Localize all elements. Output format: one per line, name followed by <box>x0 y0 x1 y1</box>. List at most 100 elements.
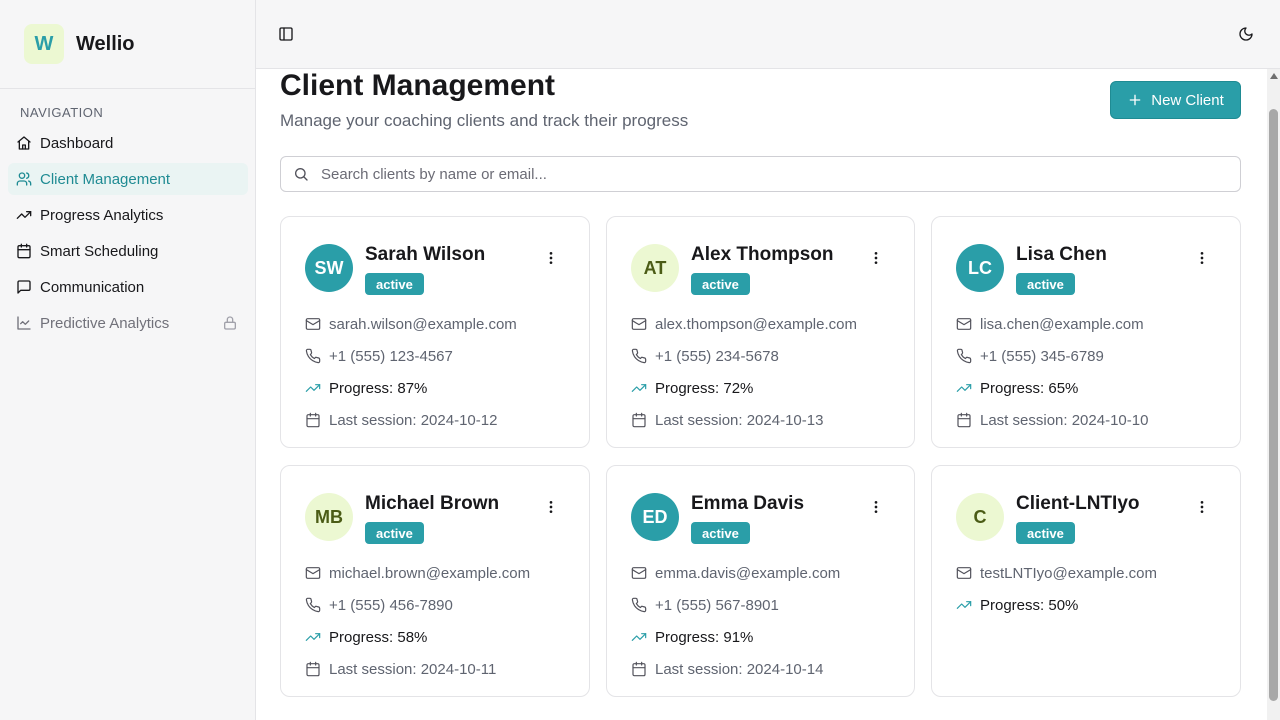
client-info: testLNTIyo@example.com Progress: 50% <box>956 557 1224 621</box>
client-card[interactable]: LC Lisa Chen active lisa.chen@example.co… <box>931 216 1241 448</box>
avatar: LC <box>956 244 1004 292</box>
sidebar-nav: Dashboard Client Management Progress Ana… <box>8 127 248 343</box>
more-options-button[interactable] <box>868 250 884 266</box>
phone-icon <box>956 348 972 364</box>
progress-row: Progress: 91% <box>631 621 898 653</box>
panel-left-icon <box>279 27 293 41</box>
client-email: michael.brown@example.com <box>329 564 531 582</box>
client-last-session: Last session: 2024-10-14 <box>655 660 824 678</box>
more-vertical-icon <box>874 501 878 513</box>
more-options-button[interactable] <box>1194 250 1210 266</box>
main-content: Client Management Manage your coaching c… <box>256 69 1267 720</box>
client-progress: Progress: 72% <box>655 379 754 397</box>
more-options-button[interactable] <box>1194 499 1210 515</box>
scroll-up-arrow-icon[interactable] <box>1269 73 1278 79</box>
client-card[interactable]: C Client-LNTIyo active testLNTIyo@exampl… <box>931 465 1241 697</box>
avatar: C <box>956 493 1004 541</box>
more-options-button[interactable] <box>543 499 559 515</box>
client-info: emma.davis@example.com +1 (555) 567-8901… <box>631 557 898 685</box>
more-options-button[interactable] <box>543 250 559 266</box>
sidebar-item-label: Communication <box>40 278 145 296</box>
sidebar-item-communication[interactable]: Communication <box>8 271 248 303</box>
progress-row: Progress: 65% <box>956 372 1224 404</box>
status-badge: active <box>1016 273 1075 295</box>
progress-row: Progress: 50% <box>956 589 1224 621</box>
status-badge: active <box>691 273 750 295</box>
client-progress: Progress: 58% <box>329 628 428 646</box>
client-card[interactable]: AT Alex Thompson active alex.thompson@ex… <box>606 216 915 448</box>
email-row: alex.thompson@example.com <box>631 308 898 340</box>
more-vertical-icon <box>549 252 553 264</box>
sidebar-item-label: Client Management <box>40 170 171 188</box>
avatar: AT <box>631 244 679 292</box>
status-badge: active <box>365 273 424 295</box>
progress-row: Progress: 87% <box>305 372 573 404</box>
users-icon <box>16 172 32 186</box>
trending-up-icon <box>16 211 32 219</box>
phone-icon <box>305 348 321 364</box>
sidebar-item-predictive-analytics[interactable]: Predictive Analytics <box>8 307 248 339</box>
plus-icon <box>1129 94 1141 106</box>
search-icon <box>295 168 308 181</box>
client-name: Michael Brown <box>365 493 500 514</box>
calendar-icon <box>957 412 971 428</box>
more-vertical-icon <box>1200 252 1204 264</box>
client-name: Alex Thompson <box>691 244 834 265</box>
client-email: testLNTIyo@example.com <box>980 564 1157 582</box>
sidebar-item-progress-analytics[interactable]: Progress Analytics <box>8 199 248 231</box>
phone-row: +1 (555) 345-6789 <box>956 340 1224 372</box>
new-client-button[interactable]: New Client <box>1110 81 1241 119</box>
sidebar-item-smart-scheduling[interactable]: Smart Scheduling <box>8 235 248 267</box>
mail-icon <box>956 567 972 579</box>
avatar: SW <box>305 244 353 292</box>
calendar-icon <box>632 412 646 428</box>
progress-row: Progress: 72% <box>631 372 898 404</box>
email-row: sarah.wilson@example.com <box>305 308 573 340</box>
client-card[interactable]: ED Emma Davis active emma.davis@example.… <box>606 465 915 697</box>
sidebar-item-client-management[interactable]: Client Management <box>8 163 248 195</box>
trending-up-icon <box>631 633 647 641</box>
theme-toggle-button[interactable] <box>1232 20 1260 48</box>
client-card[interactable]: MB Michael Brown active michael.brown@ex… <box>280 465 590 697</box>
topbar <box>256 0 1280 69</box>
client-card[interactable]: SW Sarah Wilson active sarah.wilson@exam… <box>280 216 590 448</box>
phone-row: +1 (555) 456-7890 <box>305 589 573 621</box>
client-name: Client-LNTIyo <box>1016 493 1140 514</box>
client-name: Lisa Chen <box>1016 244 1107 265</box>
client-phone: +1 (555) 123-4567 <box>329 347 453 365</box>
phone-icon <box>631 597 647 613</box>
nav-heading: NAVIGATION <box>20 105 104 120</box>
more-vertical-icon <box>549 501 553 513</box>
search-input[interactable] <box>321 165 1221 183</box>
client-last-session: Last session: 2024-10-10 <box>980 411 1149 429</box>
last-session-row: Last session: 2024-10-14 <box>631 653 898 685</box>
brand[interactable]: W Wellio <box>0 0 255 89</box>
client-progress: Progress: 65% <box>980 379 1079 397</box>
client-phone: +1 (555) 456-7890 <box>329 596 453 614</box>
new-client-label: New Client <box>1151 91 1224 109</box>
client-info: alex.thompson@example.com +1 (555) 234-5… <box>631 308 898 436</box>
client-last-session: Last session: 2024-10-11 <box>329 660 497 678</box>
sidebar-toggle-button[interactable] <box>272 20 300 48</box>
trending-up-icon <box>305 633 321 641</box>
more-options-button[interactable] <box>868 499 884 515</box>
client-progress: Progress: 50% <box>980 596 1079 614</box>
trending-up-icon <box>956 601 972 609</box>
page-title: Client Management <box>280 69 556 102</box>
client-email: sarah.wilson@example.com <box>329 315 517 333</box>
scrollbar[interactable] <box>1267 69 1280 720</box>
app-logo: W <box>24 24 64 64</box>
more-vertical-icon <box>874 252 878 264</box>
mail-icon <box>305 567 321 579</box>
calendar-icon <box>17 243 31 259</box>
sidebar-item-dashboard[interactable]: Dashboard <box>8 127 248 159</box>
client-name: Emma Davis <box>691 493 805 514</box>
status-badge: active <box>365 522 424 544</box>
message-icon <box>17 280 31 294</box>
line-chart-icon <box>17 316 31 330</box>
email-row: lisa.chen@example.com <box>956 308 1224 340</box>
client-name: Sarah Wilson <box>365 244 486 265</box>
client-grid: SW Sarah Wilson active sarah.wilson@exam… <box>280 216 1241 697</box>
calendar-icon <box>632 661 646 677</box>
scroll-thumb[interactable] <box>1269 109 1278 701</box>
